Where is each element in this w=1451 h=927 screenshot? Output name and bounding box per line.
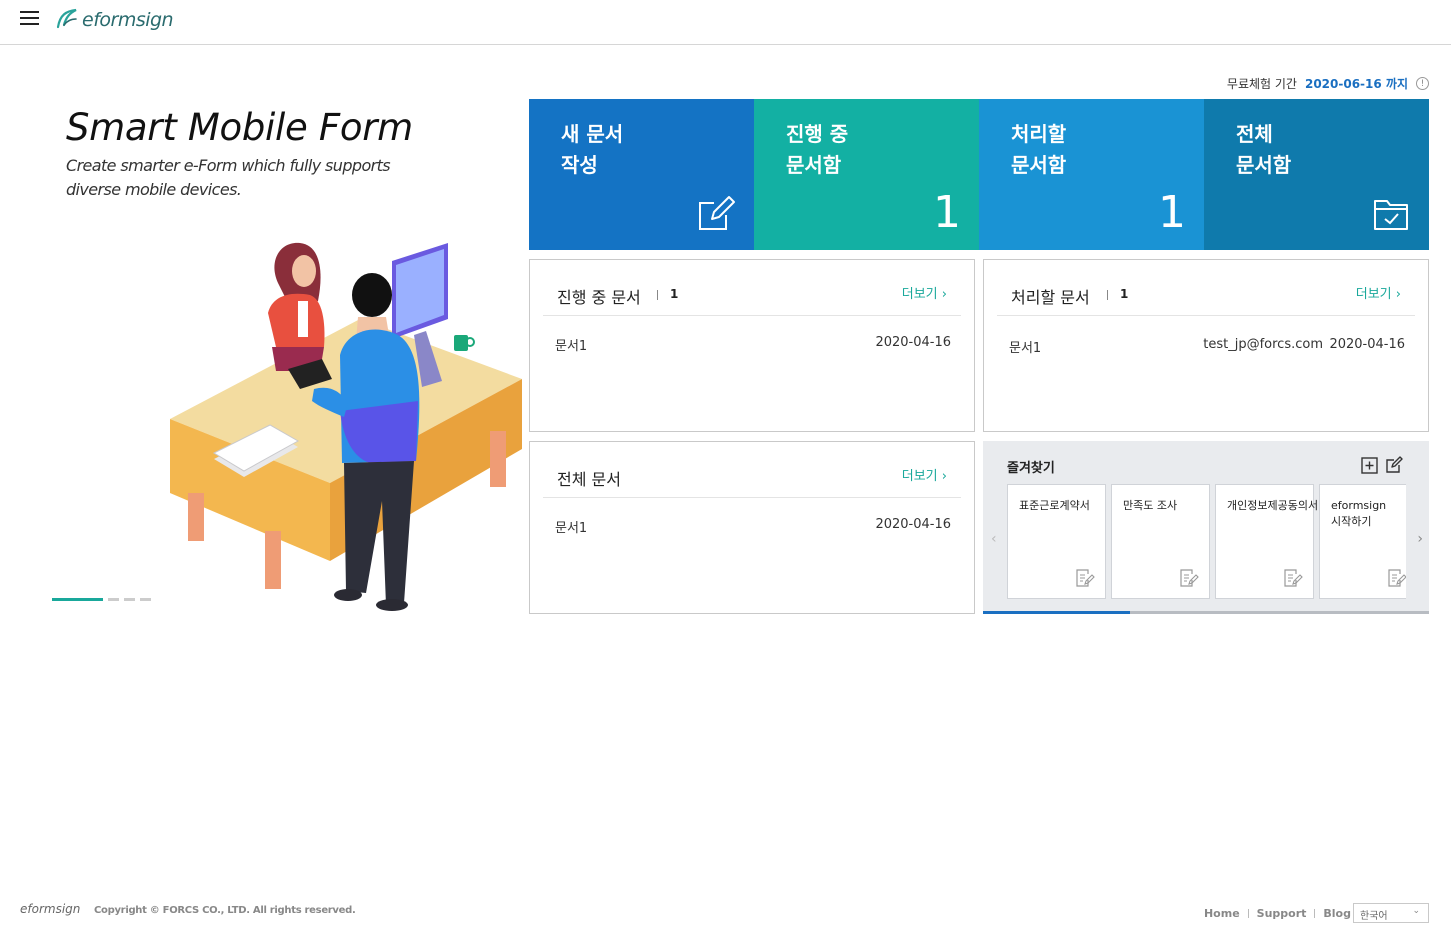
top-bar: eformsign (0, 0, 1451, 45)
divider (1247, 909, 1249, 918)
carousel-dot-3[interactable] (124, 598, 135, 601)
panel-header: 처리할 문서 1 더보기 › (997, 260, 1415, 316)
chevron-right-icon: › (941, 469, 947, 484)
panel-count: 1 (1120, 287, 1129, 301)
tile-all-documents-box[interactable]: 전체 문서함 (1204, 99, 1429, 250)
folder-check-icon (1374, 200, 1408, 230)
tile-new-document[interactable]: 새 문서 작성 (529, 99, 754, 250)
all-documents-panel: 전체 문서 더보기 › 문서1 2020-04-16 (529, 441, 975, 614)
more-link[interactable]: 더보기 › (902, 465, 947, 484)
tile-count: 1 (1158, 187, 1186, 238)
in-progress-documents-panel: 진행 중 문서 1 더보기 › 문서1 2020-04-16 (529, 259, 975, 432)
chevron-down-icon: ⌄ (1412, 906, 1420, 916)
panel-title: 진행 중 문서 (557, 288, 641, 307)
favorites-title: 즐겨찾기 (1007, 461, 1055, 476)
promo-title: Smart Mobile Form (66, 106, 413, 149)
divider (657, 290, 658, 300)
document-date: 2020-04-16 (1329, 337, 1405, 352)
tile-in-progress-box[interactable]: 진행 중 문서함 1 (754, 99, 979, 250)
favorites-scrollbar-thumb[interactable] (983, 611, 1131, 614)
chevron-right-icon[interactable]: › (1417, 531, 1423, 547)
carousel-dot-2[interactable] (108, 598, 119, 601)
document-date: 2020-04-16 (875, 517, 951, 532)
tile-label: 새 문서 작성 (561, 122, 624, 177)
document-name: 문서1 (1009, 341, 1042, 356)
edit-document-icon (699, 196, 735, 230)
favorite-card[interactable]: 표준근로계약서 (1007, 484, 1106, 599)
favorite-card-label: 만족도 조사 (1123, 499, 1178, 512)
trial-end-date: 2020-06-16 까지 (1304, 77, 1408, 91)
document-box-tiles: 새 문서 작성 진행 중 문서함 1 처리할 문서함 1 전체 문서함 (529, 99, 1429, 250)
copyright-text: Copyright © FORCS CO., LTD. All rights r… (94, 905, 356, 916)
promo-subtitle: Create smarter e-Form which fully suppor… (66, 156, 391, 199)
promo-carousel: Smart Mobile Form Create smarter e-Form … (0, 46, 528, 616)
language-select[interactable]: 한국어 ⌄ (1353, 903, 1429, 923)
divider (1107, 290, 1108, 300)
panel-title: 전체 문서 (557, 470, 621, 489)
document-name: 문서1 (555, 339, 588, 354)
favorites-scrollbar[interactable] (983, 611, 1429, 614)
logo-mark-icon (56, 8, 77, 29)
document-row[interactable]: 문서1 2020-04-16 (543, 332, 961, 356)
panel-count: 1 (670, 287, 679, 301)
requester-email: test_jp@forcs.com (1203, 337, 1323, 352)
favorite-card[interactable]: eformsign 시작하기 (1319, 484, 1406, 599)
to-process-documents-panel: 처리할 문서 1 더보기 › 문서1 test_jp@forcs.com 202… (983, 259, 1429, 432)
language-value: 한국어 (1360, 911, 1388, 922)
panel-title: 처리할 문서 (1011, 288, 1090, 307)
chevron-left-icon[interactable]: ‹ (991, 531, 997, 547)
form-document-icon (1076, 569, 1095, 587)
carousel-dot-1[interactable] (52, 598, 103, 601)
document-name: 문서1 (555, 521, 588, 536)
chevron-right-icon: › (1395, 287, 1401, 302)
carousel-dot-4[interactable] (140, 598, 151, 601)
favorites-panel: 즐겨찾기 ‹ 표준근로계약서 만족도 조사 개인정보제공동의서 eformsig… (983, 441, 1429, 614)
footer-link-support[interactable]: Support (1257, 907, 1307, 920)
panel-header: 전체 문서 더보기 › (543, 442, 961, 498)
document-row[interactable]: 문서1 2020-04-16 (543, 514, 961, 538)
logo-text: eformsign (82, 9, 174, 31)
trial-period: 무료체험 기간 2020-06-16 까지 ! (1227, 75, 1429, 92)
add-favorite-icon[interactable] (1361, 457, 1378, 474)
form-document-icon (1180, 569, 1199, 587)
tile-label: 진행 중 문서함 (786, 122, 849, 177)
info-icon[interactable]: ! (1416, 77, 1429, 90)
form-document-icon (1388, 569, 1406, 587)
more-link[interactable]: 더보기 › (902, 283, 947, 302)
favorite-card-label: eformsign 시작하기 (1331, 499, 1387, 528)
eformsign-logo[interactable]: eformsign (54, 3, 174, 37)
favorite-card[interactable]: 만족도 조사 (1111, 484, 1210, 599)
favorites-carousel: 표준근로계약서 만족도 조사 개인정보제공동의서 eformsign 시작하기 (1007, 484, 1406, 599)
document-row[interactable]: 문서1 test_jp@forcs.com 2020-04-16 (997, 334, 1415, 358)
panel-header: 진행 중 문서 1 더보기 › (543, 260, 961, 316)
tile-to-process-box[interactable]: 처리할 문서함 1 (979, 99, 1204, 250)
form-document-icon (1284, 569, 1303, 587)
favorite-card-label: 개인정보제공동의서 (1227, 499, 1319, 512)
footer-link-blog[interactable]: Blog (1323, 907, 1351, 920)
divider (1314, 909, 1316, 918)
tile-label: 전체 문서함 (1236, 122, 1292, 177)
hamburger-menu-icon[interactable] (20, 10, 40, 26)
document-date: 2020-04-16 (875, 335, 951, 350)
office-desk-illustration (170, 242, 522, 611)
carousel-indicators (52, 598, 151, 601)
tile-count: 1 (933, 187, 961, 238)
footer-logo: eformsign (20, 902, 81, 916)
trial-label: 무료체험 기간 (1226, 77, 1297, 91)
footer-link-home[interactable]: Home (1204, 907, 1240, 920)
more-link[interactable]: 더보기 › (1356, 283, 1401, 302)
favorite-card[interactable]: 개인정보제공동의서 (1215, 484, 1319, 599)
tile-label: 처리할 문서함 (1011, 122, 1067, 177)
edit-favorites-icon[interactable] (1385, 455, 1404, 474)
footer-links: Home Support Blog (1204, 907, 1351, 920)
chevron-right-icon: › (941, 287, 947, 302)
favorite-card-label: 표준근로계약서 (1019, 499, 1090, 512)
